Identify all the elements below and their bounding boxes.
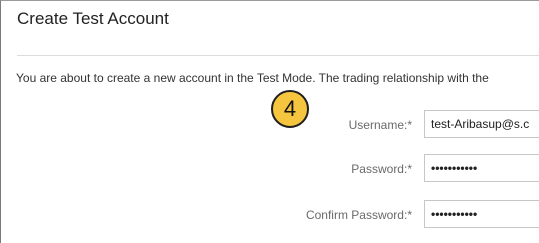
required-marker: * bbox=[407, 118, 412, 132]
confirm-password-input[interactable]: ••••••••••• bbox=[424, 200, 539, 228]
password-label-text: Password: bbox=[351, 162, 408, 176]
username-value: test-Aribasup@s.c bbox=[431, 117, 530, 131]
create-test-account-dialog: Create Test Account You are about to cre… bbox=[0, 0, 539, 243]
title-divider bbox=[17, 55, 539, 56]
password-label: Password:* bbox=[351, 162, 412, 176]
step-number: 4 bbox=[283, 96, 297, 121]
confirm-password-value: ••••••••••• bbox=[431, 207, 478, 221]
intro-text: You are about to create a new account in… bbox=[16, 71, 489, 85]
confirm-password-label-text: Confirm Password: bbox=[305, 208, 408, 222]
required-marker: * bbox=[407, 162, 412, 176]
required-marker: * bbox=[407, 208, 412, 222]
password-value: ••••••••••• bbox=[431, 161, 478, 175]
dialog-title: Create Test Account bbox=[17, 9, 169, 28]
username-label: Username:* bbox=[349, 118, 412, 132]
password-input[interactable]: ••••••••••• bbox=[424, 154, 539, 182]
username-input[interactable]: test-Aribasup@s.c bbox=[424, 110, 539, 138]
confirm-password-label: Confirm Password:* bbox=[306, 208, 412, 222]
step-number-badge: 4 bbox=[271, 90, 309, 128]
username-label-text: Username: bbox=[348, 118, 408, 132]
